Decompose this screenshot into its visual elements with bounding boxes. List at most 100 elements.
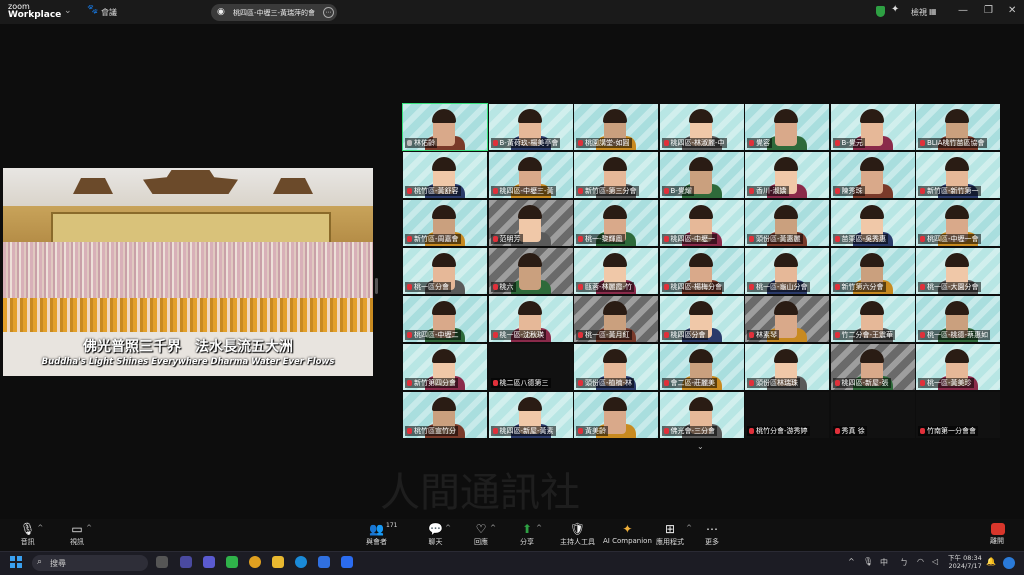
gallery-scroll-chevron-icon[interactable]: ⌄: [697, 442, 704, 451]
task-view-icon[interactable]: [156, 556, 168, 568]
edge-icon[interactable]: [295, 556, 307, 568]
ime-indicator[interactable]: 中: [880, 557, 888, 568]
participant-tile[interactable]: 桃四區分會: [659, 296, 744, 342]
participant-tile[interactable]: B-覺耀: [659, 152, 744, 198]
video-button[interactable]: ▭ 視訊 ^: [70, 521, 92, 547]
participant-tile[interactable]: 桃一區分會: [403, 248, 487, 294]
active-speaker-pill[interactable]: ◉ 桃四區-中壢三-黃瑞萍的會 ⋯: [211, 4, 337, 21]
participant-tile[interactable]: 新竹第六分會: [830, 248, 915, 294]
participant-tile[interactable]: 新竹區-新竹第一: [916, 152, 1000, 198]
participant-tile[interactable]: 覺容: [745, 104, 829, 150]
participant-tile[interactable]: 桃四區-中壢一會: [916, 200, 1000, 246]
minimize-icon[interactable]: —: [958, 5, 968, 17]
windows-start-icon[interactable]: [10, 556, 22, 568]
chat-button[interactable]: 💬 聊天 ^: [428, 521, 451, 547]
participant-tile[interactable]: 新竹區-周嘉會: [403, 200, 487, 246]
split-view-handle[interactable]: [375, 278, 378, 294]
participant-tile[interactable]: 頭份區-植楠-林: [574, 344, 658, 390]
host-tools-button[interactable]: 🛡 主持人工具: [560, 521, 595, 547]
participant-tile[interactable]: 桃四區-新屋-黃素: [488, 392, 573, 438]
participant-tile[interactable]: B-黃荷玖-楊美亭會: [488, 104, 573, 150]
participant-tile[interactable]: 桃一區-黃美珍: [916, 344, 1000, 390]
notification-bell-icon[interactable]: 🔔: [986, 557, 996, 566]
leave-button[interactable]: 離開: [990, 536, 1004, 546]
chevron-down-icon[interactable]: ⌄: [64, 6, 72, 16]
participant-tile[interactable]: 竹南第一分會會: [916, 392, 1000, 438]
shared-screen-video[interactable]: 佛光普照三千界 法水長流五大洲 Buddha's Light Shines Ev…: [3, 168, 373, 376]
participant-tile[interactable]: 桃園講堂-如圓: [574, 104, 658, 150]
restore-icon[interactable]: ❐: [984, 5, 993, 17]
store-icon[interactable]: [318, 556, 330, 568]
more-button[interactable]: ⋯ 更多: [705, 521, 719, 547]
participant-tile[interactable]: 桃一區-桃德-蔡惠如: [916, 296, 1000, 342]
participant-tile[interactable]: 佛光會-三分會: [659, 392, 744, 438]
tray-mic-icon[interactable]: 🎙: [863, 557, 873, 566]
input-mode-icon[interactable]: ㄅ: [900, 557, 908, 568]
participant-tile[interactable]: 桃四區-中壢一: [659, 200, 744, 246]
participant-tile[interactable]: 甌蓉-林麗霞-竹: [574, 248, 658, 294]
view-button[interactable]: 檢視: [911, 7, 927, 18]
meeting-menu[interactable]: 會議: [101, 7, 117, 18]
leave-icon[interactable]: [991, 523, 1005, 535]
security-shield-icon[interactable]: [876, 6, 885, 17]
apps-button[interactable]: ⊞ 應用程式 ^: [656, 521, 692, 547]
chevron-up-icon[interactable]: ^: [490, 524, 496, 532]
participant-tile[interactable]: 桃一-黎輝鳳: [574, 200, 658, 246]
participant-tile[interactable]: 新竹區-第三分會: [574, 152, 658, 198]
participant-tile[interactable]: 陳秀珠: [830, 152, 915, 198]
clock[interactable]: 下午 08:34 2024/7/17: [948, 554, 982, 570]
participant-tile[interactable]: 竹二分會-王震華: [830, 296, 915, 342]
copilot-icon[interactable]: [1003, 557, 1015, 569]
taskbar-search[interactable]: ⌕ 搜尋: [32, 555, 148, 571]
paw-icon[interactable]: 🐾: [87, 5, 98, 15]
participant-tile[interactable]: 桃一區-沈秋瑛: [488, 296, 573, 342]
teams-icon[interactable]: [203, 556, 215, 568]
file-explorer-icon[interactable]: [272, 556, 284, 568]
participant-tile[interactable]: 桃一區-大園分會: [916, 248, 1000, 294]
participant-tile[interactable]: 頭份區林瑞珠: [745, 344, 829, 390]
participant-tile[interactable]: 黃美齡: [574, 392, 658, 438]
chat-app-icon[interactable]: [180, 556, 192, 568]
line-icon[interactable]: [226, 556, 238, 568]
grid-icon[interactable]: ▦: [929, 7, 937, 16]
participant-tile[interactable]: 桃四區-楊梅分會: [659, 248, 744, 294]
participant-tile[interactable]: 林素琴: [745, 296, 829, 342]
wifi-icon[interactable]: ◠: [917, 557, 924, 566]
audio-button[interactable]: 🎙 音訊 ^: [20, 521, 43, 547]
participant-tile[interactable]: 香川-淑嬌: [745, 152, 829, 198]
close-icon[interactable]: ✕: [1008, 5, 1016, 17]
participants-button[interactable]: 👥 與會者: [366, 521, 387, 547]
chevron-up-icon[interactable]: ^: [445, 524, 451, 532]
participant-tile[interactable]: 頭份區-黃惠麗: [745, 200, 829, 246]
volume-icon[interactable]: ◁: [932, 557, 938, 566]
share-button[interactable]: ⬆ 分享 ^: [520, 521, 542, 547]
participant-tile[interactable]: 桃一區-黃月紅: [574, 296, 658, 342]
participant-tile[interactable]: 桃四區-中壢三-黃: [488, 152, 573, 198]
chevron-up-icon[interactable]: ^: [37, 524, 43, 532]
participant-tile[interactable]: 桃竹區宣竹分: [403, 392, 487, 438]
participant-tile[interactable]: 桃竹分會-游秀婷: [745, 392, 829, 438]
participant-tile[interactable]: 范明芳: [488, 200, 573, 246]
participant-tile[interactable]: 桃六: [488, 248, 573, 294]
participant-tile[interactable]: 桃竹區-黃舒容: [403, 152, 487, 198]
participant-tile[interactable]: B-覺元: [830, 104, 915, 150]
participant-tile[interactable]: 桃四區-中壢二: [403, 296, 487, 342]
participant-tile[interactable]: 苗栗區-吳秀惠: [830, 200, 915, 246]
participant-tile[interactable]: BLIA桃竹苗區協會: [916, 104, 1000, 150]
chevron-up-icon[interactable]: ^: [86, 524, 92, 532]
more-icon[interactable]: ⋯: [323, 7, 334, 18]
participant-tile[interactable]: 林佑齡: [402, 103, 488, 151]
participant-tile[interactable]: 新竹第四分會: [403, 344, 487, 390]
zoom-app-icon[interactable]: [341, 556, 353, 568]
participant-tile[interactable]: 秀真 徐: [830, 392, 915, 438]
chevron-up-icon[interactable]: ^: [686, 524, 692, 532]
ai-companion-button[interactable]: ✦ AI Companion: [603, 521, 652, 545]
chrome-icon[interactable]: [249, 556, 261, 568]
sparkle-icon[interactable]: ✦: [891, 4, 899, 15]
participant-tile[interactable]: 桃一區-龜山分會: [745, 248, 829, 294]
participant-tile[interactable]: 桃四區-新屋-張: [830, 344, 915, 390]
reactions-button[interactable]: ♡ 回應 ^: [474, 521, 496, 547]
participant-tile[interactable]: 桃二區八德第三: [488, 344, 573, 390]
participant-tile[interactable]: 桃四區-林淑麗-中: [659, 104, 744, 150]
tray-chevron-icon[interactable]: ^: [848, 557, 855, 566]
